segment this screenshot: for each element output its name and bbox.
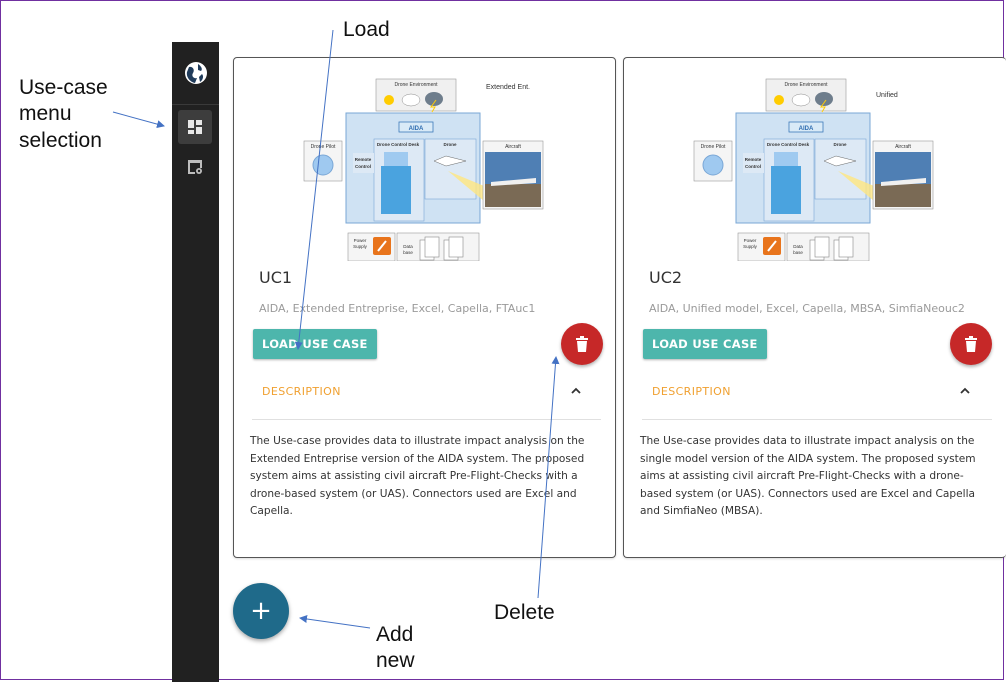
trash-icon [965,336,977,352]
use-case-diagram: Drone Environment Extended Ent. AIDA Dro… [303,78,544,261]
divider [642,419,992,420]
database-label: Data [793,244,803,249]
env-label: Drone Environment [394,82,438,88]
svg-text:Control: Control [355,164,371,169]
load-use-case-button[interactable]: LOAD USE CASE [253,329,377,359]
aircraft-label: Aircraft [895,144,911,150]
sidebar [172,42,219,682]
annotation-delete: Delete [494,601,555,624]
pilot-label: Drone Pilot [701,144,726,150]
divider [252,419,601,420]
description-toggle[interactable]: DESCRIPTION [262,385,341,398]
svg-text:Supply: Supply [353,244,368,249]
use-case-diagram: Drone Environment Unified AIDA Drone Con… [693,78,934,261]
aida-label: AIDA [409,126,424,132]
pilot-label: Drone Pilot [311,144,336,150]
chevron-up-icon[interactable] [958,384,972,398]
sidebar-item-use-cases[interactable] [178,110,212,144]
aircraft-label: Aircraft [505,144,521,150]
use-case-card: Drone Environment Extended Ent. AIDA Dro… [233,57,616,558]
variant-label: Unified [876,92,898,99]
svg-text:Supply: Supply [743,244,758,249]
power-label: Power [744,238,757,243]
desk-label: Drone Control Desk [377,142,420,147]
card-title: UC1 [259,268,293,287]
card-description: The Use-case provides data to illustrate… [640,435,976,517]
desk-label: Drone Control Desk [767,142,810,147]
dashboard-icon [188,120,202,134]
load-use-case-button[interactable]: LOAD USE CASE [643,329,767,359]
annotation-add-new: Add new [376,623,415,673]
sidebar-item-settings[interactable] [178,150,212,184]
annotation-menu-selection: Use-case menu selection [19,76,108,152]
delete-button[interactable] [561,323,603,365]
variant-label: Extended Ent. [486,84,530,91]
svg-text:base: base [403,250,413,255]
remote-label: Remote [745,157,762,162]
database-label: Data [403,244,413,249]
delete-button[interactable] [950,323,992,365]
svg-text:Control: Control [745,164,761,169]
card-tags: AIDA, Unified model, Excel, Capella, MBS… [649,302,965,315]
env-label: Drone Environment [784,82,828,88]
use-case-card: Drone Environment Unified AIDA Drone Con… [623,57,1006,558]
add-use-case-button[interactable]: + [233,583,289,639]
chevron-up-icon[interactable] [569,384,583,398]
remote-label: Remote [355,157,372,162]
drone-label: Drone [443,142,456,147]
aida-label: AIDA [799,126,814,132]
app-logo-icon [185,62,207,84]
card-title: UC2 [649,268,683,287]
description-toggle[interactable]: DESCRIPTION [652,385,731,398]
card-tags: AIDA, Extended Entreprise, Excel, Capell… [259,302,536,315]
window-settings-icon [188,160,202,174]
sidebar-divider [172,104,219,105]
power-label: Power [354,238,367,243]
trash-icon [576,336,588,352]
drone-label: Drone [833,142,846,147]
card-description: The Use-case provides data to illustrate… [250,435,585,517]
annotation-load: Load [343,18,390,41]
svg-text:base: base [793,250,803,255]
